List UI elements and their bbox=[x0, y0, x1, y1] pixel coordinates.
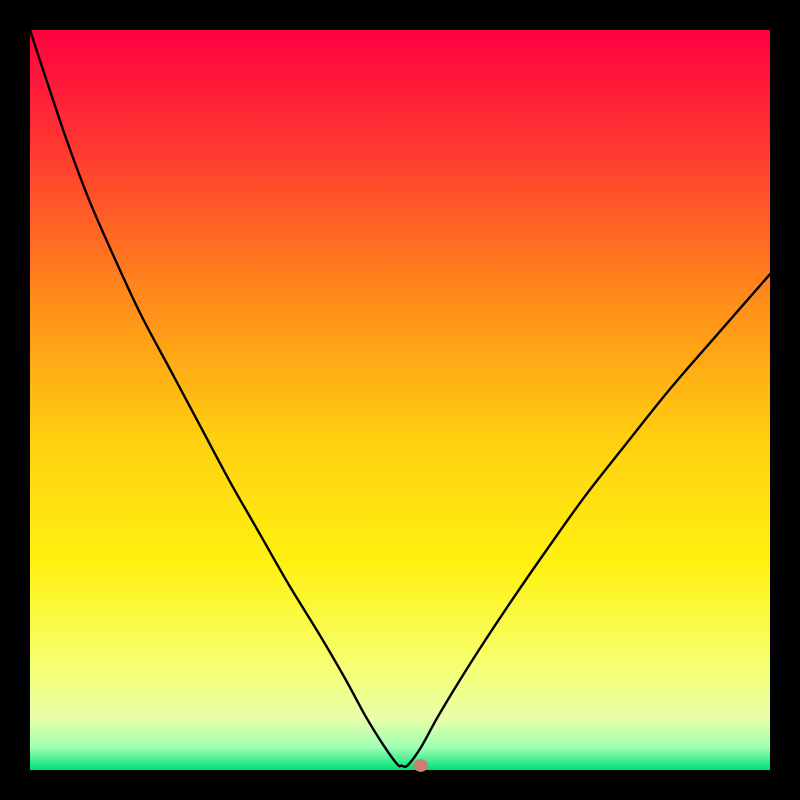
chart-canvas bbox=[0, 0, 800, 800]
chart-plot-bg bbox=[30, 30, 770, 770]
chart-root: TheBottleneck.com bbox=[0, 0, 800, 800]
sweet-spot-marker bbox=[413, 759, 428, 772]
